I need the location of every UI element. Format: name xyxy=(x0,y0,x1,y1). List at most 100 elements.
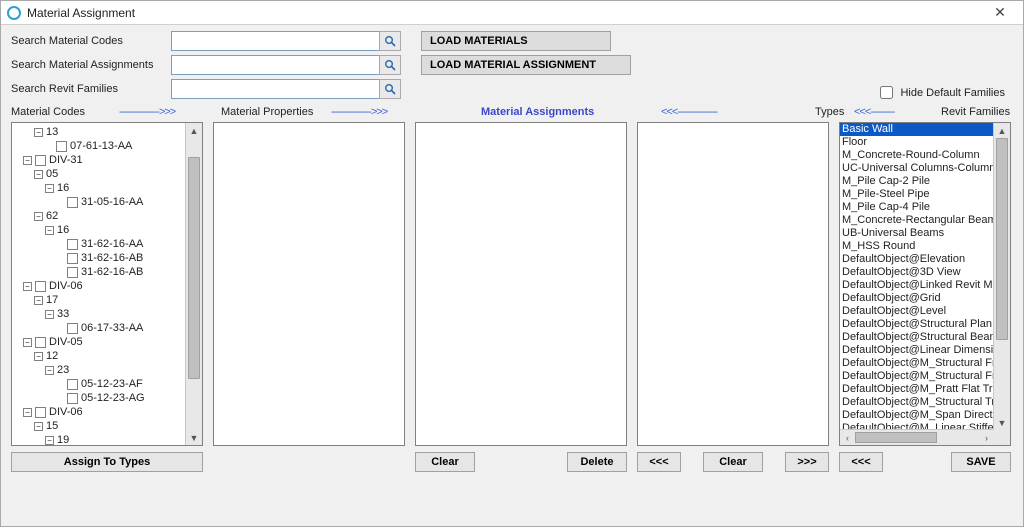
tree-node[interactable]: −17 xyxy=(12,293,202,307)
tree-toggle-icon[interactable]: − xyxy=(23,156,32,165)
tree-toggle-icon[interactable]: − xyxy=(34,422,43,431)
tree-toggle-icon[interactable]: − xyxy=(45,366,54,375)
search-assignments-input[interactable] xyxy=(171,55,380,75)
tree-node[interactable]: 05-12-23-AF xyxy=(12,377,202,391)
tree-node[interactable]: −19 xyxy=(12,433,202,446)
tree-toggle-icon[interactable]: − xyxy=(34,128,43,137)
tree-node[interactable]: −23 xyxy=(12,363,202,377)
list-item[interactable]: DefaultObject@3D View xyxy=(840,266,1010,279)
tree-node[interactable]: −33 xyxy=(12,307,202,321)
tree-node[interactable]: −12 xyxy=(12,349,202,363)
tree-checkbox[interactable] xyxy=(56,141,67,152)
tree-toggle-icon[interactable]: − xyxy=(34,352,43,361)
list-item[interactable]: M_Pile Cap-4 Pile xyxy=(840,201,1010,214)
tree-toggle-icon[interactable]: − xyxy=(45,436,54,445)
list-item[interactable]: M_Pile-Steel Pipe xyxy=(840,188,1010,201)
tree-node[interactable]: 05-12-23-AG xyxy=(12,391,202,405)
scroll-up-icon[interactable]: ▲ xyxy=(186,123,202,138)
revit-families-list[interactable]: Basic WallFloorM_Concrete-Round-ColumnUC… xyxy=(840,123,1010,445)
move-left-types-button[interactable]: <<< xyxy=(637,452,681,472)
tree-toggle-icon[interactable]: − xyxy=(23,282,32,291)
load-assignment-button[interactable]: LOAD MATERIAL ASSIGNMENT xyxy=(421,55,631,75)
tree-toggle-icon[interactable]: − xyxy=(23,338,32,347)
scrollbar-vertical[interactable]: ▲ ▼ xyxy=(993,123,1010,445)
search-codes-button[interactable] xyxy=(379,31,401,51)
tree-toggle-icon[interactable]: − xyxy=(45,310,54,319)
list-item[interactable]: UC-Universal Columns-Column xyxy=(840,162,1010,175)
list-item[interactable]: DefaultObject@M_Structural Framing T xyxy=(840,370,1010,383)
tree-node[interactable]: 07-61-13-AA xyxy=(12,139,202,153)
tree-node[interactable]: 06-17-33-AA xyxy=(12,321,202,335)
tree-node[interactable]: 31-62-16-AA xyxy=(12,237,202,251)
list-item[interactable]: Basic Wall xyxy=(840,123,1010,136)
tree-toggle-icon[interactable]: − xyxy=(23,408,32,417)
tree-node[interactable]: −13 xyxy=(12,125,202,139)
delete-button[interactable]: Delete xyxy=(567,452,627,472)
tree-checkbox[interactable] xyxy=(35,337,46,348)
list-item[interactable]: M_HSS Round xyxy=(840,240,1010,253)
scroll-thumb[interactable] xyxy=(996,138,1008,340)
tree-node[interactable]: 31-05-16-AA xyxy=(12,195,202,209)
search-revit-button[interactable] xyxy=(379,79,401,99)
hide-default-families-checkbox[interactable] xyxy=(880,86,893,99)
list-item[interactable]: DefaultObject@M_Span Direction xyxy=(840,409,1010,422)
tree-checkbox[interactable] xyxy=(35,281,46,292)
tree-node[interactable]: −DIV-06 xyxy=(12,405,202,419)
scroll-left-icon[interactable]: ‹ xyxy=(840,430,855,445)
tree-checkbox[interactable] xyxy=(67,197,78,208)
save-button[interactable]: SAVE xyxy=(951,452,1011,472)
tree-node[interactable]: −16 xyxy=(12,181,202,195)
tree-node[interactable]: 31-62-16-AB xyxy=(12,265,202,279)
tree-node[interactable]: −62 xyxy=(12,209,202,223)
scroll-thumb[interactable] xyxy=(855,432,937,443)
move-left-families-button[interactable]: <<< xyxy=(839,452,883,472)
tree-node[interactable]: −15 xyxy=(12,419,202,433)
tree-checkbox[interactable] xyxy=(67,239,78,250)
tree-checkbox[interactable] xyxy=(67,393,78,404)
material-codes-tree[interactable]: −1307-61-13-AA−DIV-31−05−1631-05-16-AA−6… xyxy=(12,123,202,446)
search-codes-input[interactable] xyxy=(171,31,380,51)
list-item[interactable]: M_Pile Cap-2 Pile xyxy=(840,175,1010,188)
tree-toggle-icon[interactable]: − xyxy=(34,212,43,221)
scroll-thumb[interactable] xyxy=(188,157,200,379)
tree-checkbox[interactable] xyxy=(67,323,78,334)
list-item[interactable]: UB-Universal Beams xyxy=(840,227,1010,240)
tree-toggle-icon[interactable]: − xyxy=(45,184,54,193)
list-item[interactable]: DefaultObject@Grid xyxy=(840,292,1010,305)
scroll-right-icon[interactable]: › xyxy=(979,430,994,445)
scrollbar-vertical[interactable]: ▲ ▼ xyxy=(185,123,202,445)
tree-toggle-icon[interactable]: − xyxy=(34,296,43,305)
list-item[interactable]: DefaultObject@Linear Dimension Style xyxy=(840,344,1010,357)
assign-to-types-button[interactable]: Assign To Types xyxy=(11,452,203,472)
list-item[interactable]: M_Concrete-Round-Column xyxy=(840,149,1010,162)
list-item[interactable]: DefaultObject@Elevation xyxy=(840,253,1010,266)
list-item[interactable]: DefaultObject@Linked Revit Model xyxy=(840,279,1010,292)
list-item[interactable]: DefaultObject@Structural Plan xyxy=(840,318,1010,331)
tree-checkbox[interactable] xyxy=(35,407,46,418)
list-item[interactable]: M_Concrete-Rectangular Beam xyxy=(840,214,1010,227)
scroll-down-icon[interactable]: ▼ xyxy=(186,430,202,445)
list-item[interactable]: Floor xyxy=(840,136,1010,149)
list-item[interactable]: DefaultObject@Structural Beam System xyxy=(840,331,1010,344)
close-button[interactable]: ✕ xyxy=(983,1,1017,25)
tree-checkbox[interactable] xyxy=(35,155,46,166)
tree-node[interactable]: 31-62-16-AB xyxy=(12,251,202,265)
scrollbar-horizontal[interactable]: ‹ › xyxy=(840,429,994,445)
move-right-types-button[interactable]: >>> xyxy=(785,452,829,472)
tree-node[interactable]: −05 xyxy=(12,167,202,181)
list-item[interactable]: DefaultObject@M_Pratt Flat Truss xyxy=(840,383,1010,396)
list-item[interactable]: DefaultObject@M_Structural Framing T xyxy=(840,357,1010,370)
search-revit-input[interactable] xyxy=(171,79,380,99)
tree-node[interactable]: −DIV-06 xyxy=(12,279,202,293)
tree-node[interactable]: −DIV-05 xyxy=(12,335,202,349)
clear-assignments-button[interactable]: Clear xyxy=(415,452,475,472)
tree-checkbox[interactable] xyxy=(67,253,78,264)
scroll-down-icon[interactable]: ▼ xyxy=(994,415,1010,430)
clear-types-button[interactable]: Clear xyxy=(703,452,763,472)
tree-node[interactable]: −16 xyxy=(12,223,202,237)
list-item[interactable]: DefaultObject@Level xyxy=(840,305,1010,318)
tree-toggle-icon[interactable]: − xyxy=(45,226,54,235)
list-item[interactable]: DefaultObject@M_Structural Truss Tag xyxy=(840,396,1010,409)
load-materials-button[interactable]: LOAD MATERIALS xyxy=(421,31,611,51)
tree-node[interactable]: −DIV-31 xyxy=(12,153,202,167)
